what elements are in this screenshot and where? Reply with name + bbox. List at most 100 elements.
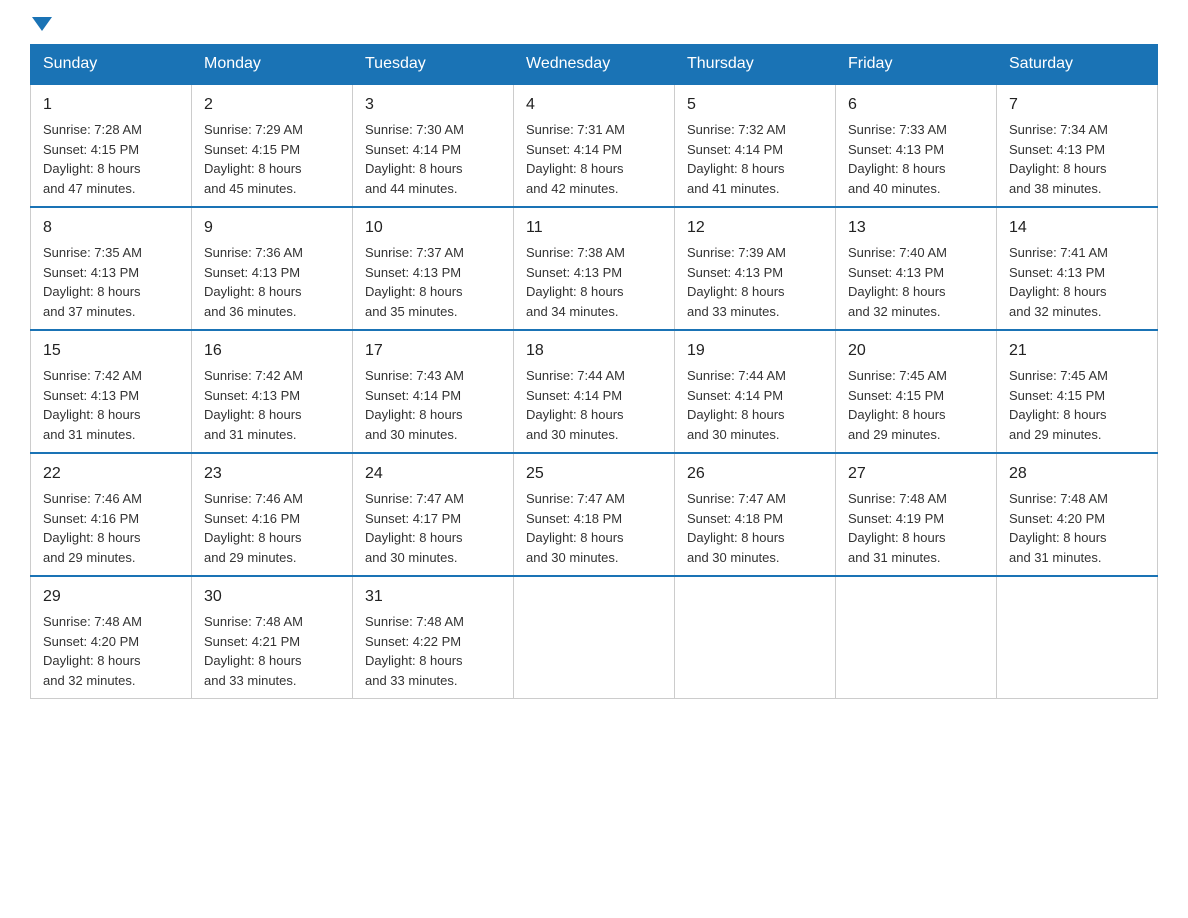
day-info: Sunrise: 7:46 AMSunset: 4:16 PMDaylight:… xyxy=(204,489,340,567)
day-number: 9 xyxy=(204,216,340,240)
calendar-week-row: 15 Sunrise: 7:42 AMSunset: 4:13 PMDayligh… xyxy=(31,330,1158,453)
day-number: 24 xyxy=(365,462,501,486)
day-info: Sunrise: 7:47 AMSunset: 4:18 PMDaylight:… xyxy=(526,489,662,567)
calendar-day-cell: 2 Sunrise: 7:29 AMSunset: 4:15 PMDaylight… xyxy=(192,84,353,207)
calendar-day-cell: 16 Sunrise: 7:42 AMSunset: 4:13 PMDayligh… xyxy=(192,330,353,453)
day-number: 7 xyxy=(1009,93,1145,117)
day-number: 14 xyxy=(1009,216,1145,240)
day-info: Sunrise: 7:48 AMSunset: 4:20 PMDaylight:… xyxy=(1009,489,1145,567)
weekday-header-sunday: Sunday xyxy=(31,45,192,85)
calendar-day-cell: 28 Sunrise: 7:48 AMSunset: 4:20 PMDayligh… xyxy=(997,453,1158,576)
day-number: 2 xyxy=(204,93,340,117)
day-number: 5 xyxy=(687,93,823,117)
calendar-day-cell xyxy=(675,576,836,699)
calendar-week-row: 1 Sunrise: 7:28 AMSunset: 4:15 PMDaylight… xyxy=(31,84,1158,207)
weekday-header-wednesday: Wednesday xyxy=(514,45,675,85)
calendar-day-cell: 21 Sunrise: 7:45 AMSunset: 4:15 PMDayligh… xyxy=(997,330,1158,453)
day-info: Sunrise: 7:39 AMSunset: 4:13 PMDaylight:… xyxy=(687,243,823,321)
calendar-day-cell: 27Sunrise: 7:48 AMSunset: 4:19 PMDayligh… xyxy=(836,453,997,576)
calendar-day-cell: 3Sunrise: 7:30 AMSunset: 4:14 PMDaylight… xyxy=(353,84,514,207)
weekday-header-tuesday: Tuesday xyxy=(353,45,514,85)
calendar-day-cell: 6 Sunrise: 7:33 AMSunset: 4:13 PMDaylight… xyxy=(836,84,997,207)
day-info: Sunrise: 7:44 AMSunset: 4:14 PMDaylight:… xyxy=(687,366,823,444)
weekday-header-thursday: Thursday xyxy=(675,45,836,85)
day-info: Sunrise: 7:38 AMSunset: 4:13 PMDaylight:… xyxy=(526,243,662,321)
calendar-day-cell: 10Sunrise: 7:37 AMSunset: 4:13 PMDayligh… xyxy=(353,207,514,330)
day-number: 8 xyxy=(43,216,179,240)
day-info: Sunrise: 7:30 AMSunset: 4:14 PMDaylight:… xyxy=(365,120,501,198)
calendar-day-cell: 1 Sunrise: 7:28 AMSunset: 4:15 PMDaylight… xyxy=(31,84,192,207)
day-info: Sunrise: 7:28 AMSunset: 4:15 PMDaylight:… xyxy=(43,120,179,198)
day-info: Sunrise: 7:29 AMSunset: 4:15 PMDaylight:… xyxy=(204,120,340,198)
calendar-day-cell: 22Sunrise: 7:46 AMSunset: 4:16 PMDayligh… xyxy=(31,453,192,576)
day-number: 18 xyxy=(526,339,662,363)
day-info: Sunrise: 7:42 AMSunset: 4:13 PMDaylight:… xyxy=(43,366,179,444)
calendar-week-row: 29 Sunrise: 7:48 AMSunset: 4:20 PMDayligh… xyxy=(31,576,1158,699)
day-info: Sunrise: 7:36 AMSunset: 4:13 PMDaylight:… xyxy=(204,243,340,321)
day-number: 26 xyxy=(687,462,823,486)
day-info: Sunrise: 7:45 AMSunset: 4:15 PMDaylight:… xyxy=(848,366,984,444)
day-number: 21 xyxy=(1009,339,1145,363)
day-number: 6 xyxy=(848,93,984,117)
day-info: Sunrise: 7:47 AMSunset: 4:17 PMDaylight:… xyxy=(365,489,501,567)
day-number: 25 xyxy=(526,462,662,486)
day-info: Sunrise: 7:33 AMSunset: 4:13 PMDaylight:… xyxy=(848,120,984,198)
day-info: Sunrise: 7:41 AMSunset: 4:13 PMDaylight:… xyxy=(1009,243,1145,321)
calendar-day-cell: 20Sunrise: 7:45 AMSunset: 4:15 PMDayligh… xyxy=(836,330,997,453)
header xyxy=(30,20,1158,34)
day-info: Sunrise: 7:45 AMSunset: 4:15 PMDaylight:… xyxy=(1009,366,1145,444)
calendar-day-cell: 30Sunrise: 7:48 AMSunset: 4:21 PMDayligh… xyxy=(192,576,353,699)
day-number: 28 xyxy=(1009,462,1145,486)
logo-triangle-icon xyxy=(32,17,52,31)
calendar-day-cell xyxy=(836,576,997,699)
calendar-day-cell: 19Sunrise: 7:44 AMSunset: 4:14 PMDayligh… xyxy=(675,330,836,453)
day-info: Sunrise: 7:35 AMSunset: 4:13 PMDaylight:… xyxy=(43,243,179,321)
day-info: Sunrise: 7:48 AMSunset: 4:20 PMDaylight:… xyxy=(43,612,179,690)
calendar-day-cell: 23 Sunrise: 7:46 AMSunset: 4:16 PMDayligh… xyxy=(192,453,353,576)
day-number: 12 xyxy=(687,216,823,240)
weekday-header-friday: Friday xyxy=(836,45,997,85)
day-info: Sunrise: 7:48 AMSunset: 4:22 PMDaylight:… xyxy=(365,612,501,690)
calendar-week-row: 22 Sunrise: 7:46 AMSunset: 4:16 PMDayligh… xyxy=(31,453,1158,576)
calendar-day-cell: 5 Sunrise: 7:32 AMSunset: 4:14 PMDaylight… xyxy=(675,84,836,207)
weekday-header-row: SundayMondayTuesdayWednesdayThursdayFrid… xyxy=(31,45,1158,85)
day-info: Sunrise: 7:31 AMSunset: 4:14 PMDaylight:… xyxy=(526,120,662,198)
day-number: 15 xyxy=(43,339,179,363)
day-number: 1 xyxy=(43,93,179,117)
calendar-day-cell: 31 Sunrise: 7:48 AMSunset: 4:22 PMDayligh… xyxy=(353,576,514,699)
day-info: Sunrise: 7:42 AMSunset: 4:13 PMDaylight:… xyxy=(204,366,340,444)
day-number: 11 xyxy=(526,216,662,240)
day-info: Sunrise: 7:34 AMSunset: 4:13 PMDaylight:… xyxy=(1009,120,1145,198)
day-number: 16 xyxy=(204,339,340,363)
day-info: Sunrise: 7:40 AMSunset: 4:13 PMDaylight:… xyxy=(848,243,984,321)
calendar-day-cell: 13 Sunrise: 7:40 AMSunset: 4:13 PMDayligh… xyxy=(836,207,997,330)
calendar-body: 1 Sunrise: 7:28 AMSunset: 4:15 PMDaylight… xyxy=(31,84,1158,699)
day-info: Sunrise: 7:48 AMSunset: 4:19 PMDaylight:… xyxy=(848,489,984,567)
day-info: Sunrise: 7:37 AMSunset: 4:13 PMDaylight:… xyxy=(365,243,501,321)
weekday-header-monday: Monday xyxy=(192,45,353,85)
calendar-day-cell: 14 Sunrise: 7:41 AMSunset: 4:13 PMDayligh… xyxy=(997,207,1158,330)
calendar-table: SundayMondayTuesdayWednesdayThursdayFrid… xyxy=(30,44,1158,699)
day-number: 22 xyxy=(43,462,179,486)
calendar-day-cell xyxy=(514,576,675,699)
day-number: 13 xyxy=(848,216,984,240)
calendar-day-cell: 9 Sunrise: 7:36 AMSunset: 4:13 PMDaylight… xyxy=(192,207,353,330)
day-info: Sunrise: 7:32 AMSunset: 4:14 PMDaylight:… xyxy=(687,120,823,198)
day-number: 29 xyxy=(43,585,179,609)
logo xyxy=(30,20,52,34)
calendar-day-cell xyxy=(997,576,1158,699)
calendar-day-cell: 8 Sunrise: 7:35 AMSunset: 4:13 PMDaylight… xyxy=(31,207,192,330)
day-number: 17 xyxy=(365,339,501,363)
day-number: 23 xyxy=(204,462,340,486)
weekday-header-saturday: Saturday xyxy=(997,45,1158,85)
calendar-week-row: 8 Sunrise: 7:35 AMSunset: 4:13 PMDaylight… xyxy=(31,207,1158,330)
calendar-day-cell: 17Sunrise: 7:43 AMSunset: 4:14 PMDayligh… xyxy=(353,330,514,453)
calendar-header: SundayMondayTuesdayWednesdayThursdayFrid… xyxy=(31,45,1158,85)
calendar-day-cell: 4Sunrise: 7:31 AMSunset: 4:14 PMDaylight… xyxy=(514,84,675,207)
calendar-day-cell: 12 Sunrise: 7:39 AMSunset: 4:13 PMDayligh… xyxy=(675,207,836,330)
calendar-day-cell: 25 Sunrise: 7:47 AMSunset: 4:18 PMDayligh… xyxy=(514,453,675,576)
calendar-day-cell: 15 Sunrise: 7:42 AMSunset: 4:13 PMDayligh… xyxy=(31,330,192,453)
day-number: 31 xyxy=(365,585,501,609)
day-info: Sunrise: 7:47 AMSunset: 4:18 PMDaylight:… xyxy=(687,489,823,567)
day-info: Sunrise: 7:44 AMSunset: 4:14 PMDaylight:… xyxy=(526,366,662,444)
